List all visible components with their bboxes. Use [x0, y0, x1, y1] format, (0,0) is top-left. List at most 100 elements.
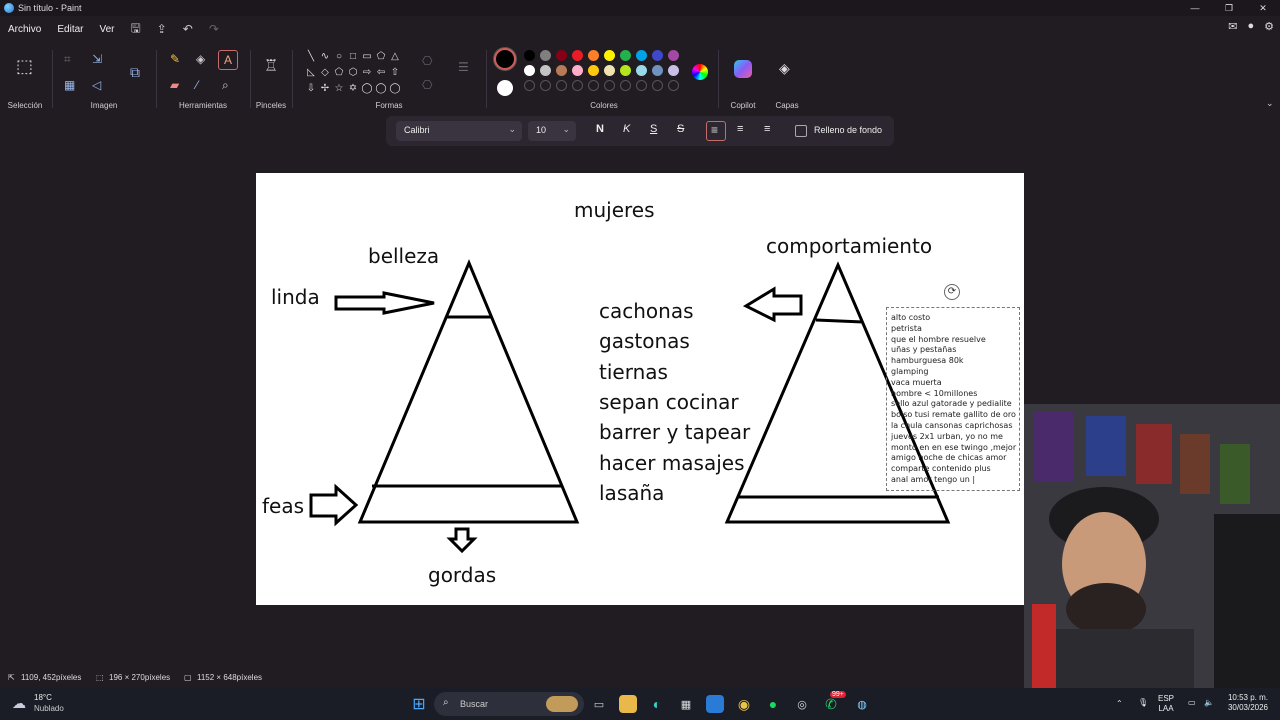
edit-colors-icon[interactable] [692, 64, 708, 80]
align-center-button[interactable]: ≡ [737, 123, 743, 135]
shape-option[interactable]: ╲ [304, 50, 318, 64]
shape-option[interactable]: ☆ [332, 82, 346, 96]
weather-temp: 18°C [34, 693, 52, 702]
font-family-select[interactable]: Calibri ⌄ [396, 121, 522, 141]
redo-icon[interactable]: ↷ [209, 22, 219, 36]
eraser-icon[interactable]: ▰ [170, 78, 179, 92]
shape-option[interactable]: ▭ [360, 50, 374, 64]
left-below-label: gordas [428, 563, 497, 587]
settings-icon[interactable]: ⚙ [1264, 20, 1274, 33]
attribute-list-item: barrer y tapear [599, 420, 751, 445]
clock[interactable]: 10:53 p. m. 30/03/2026 [1224, 693, 1272, 713]
shape-option[interactable]: ∿ [318, 50, 332, 64]
shape-size-icon[interactable]: ☰ [458, 60, 469, 74]
shape-option[interactable]: ⇩ [304, 82, 318, 96]
taskbar-search[interactable]: ⌕ Buscar [434, 692, 584, 716]
search-icon: ⌕ [443, 697, 449, 708]
feedback-icon[interactable]: ✉ [1228, 20, 1237, 33]
text-box-line: alto costo [891, 313, 931, 322]
shape-option[interactable]: □ [346, 50, 360, 64]
rotate-handle-icon[interactable]: ⟳ [944, 284, 960, 300]
chrome-icon[interactable]: ◉ [735, 695, 753, 713]
shape-option[interactable]: ◇ [318, 66, 332, 80]
menu-ver[interactable]: Ver [91, 24, 122, 35]
drawing-canvas[interactable]: mujeres belleza linda feas gordas compor… [256, 173, 1024, 605]
maximize-button[interactable]: ❐ [1212, 0, 1246, 16]
tray-chevron-icon[interactable]: ⌃ [1116, 699, 1123, 709]
shape-option[interactable]: ✡ [346, 82, 360, 96]
paint-taskbar-icon[interactable]: ◍ [853, 695, 871, 713]
language-indicator[interactable]: ESP LAA [1158, 694, 1174, 714]
close-button[interactable]: ✕ [1246, 0, 1280, 16]
resize-icon[interactable]: ⇲ [92, 52, 102, 66]
text-box-line: comparte contenido plus [891, 464, 991, 474]
undo-icon[interactable]: ↶ [183, 22, 193, 36]
group-label-imagen: Imagen [90, 101, 118, 110]
magnifier-icon[interactable]: ⌕ [222, 78, 229, 93]
text-tool-icon[interactable]: A [218, 50, 238, 70]
shape-option[interactable]: ◺ [304, 66, 318, 80]
windows-start-icon[interactable]: ⊞ [410, 695, 428, 713]
obs-icon[interactable]: ◎ [793, 695, 811, 713]
align-left-button[interactable]: ≡ [706, 121, 726, 141]
color-picker-icon[interactable]: ⁄ [196, 78, 198, 92]
strikethrough-button[interactable]: S [677, 123, 684, 135]
task-view-icon[interactable]: ▭ [590, 695, 608, 713]
shape-option[interactable]: ⇨ [360, 66, 374, 80]
fill-icon[interactable]: ◈ [196, 52, 205, 66]
spotify-icon[interactable]: ● [764, 695, 782, 713]
shape-fill-icon[interactable]: ⎔ [422, 78, 432, 92]
copilot-icon[interactable] [734, 60, 752, 78]
align-right-button[interactable]: ≡ [764, 123, 770, 135]
canvas-size-icon: ▢ [184, 672, 192, 682]
minimize-button[interactable]: — [1178, 0, 1212, 16]
shape-option[interactable]: △ [388, 50, 402, 64]
shape-option[interactable]: ⬠ [332, 66, 346, 80]
chevron-down-icon[interactable]: ⌄ [1266, 98, 1274, 109]
shape-option[interactable]: ○ [332, 50, 346, 64]
italic-button[interactable]: K [623, 123, 630, 135]
text-box[interactable]: alto costo petrista que el hombre resuelve… [886, 307, 1020, 491]
cursor-position: 1109, 452píxeles [21, 672, 82, 682]
weather-desc: Nublado [34, 704, 64, 713]
store-icon[interactable]: ▦ [677, 695, 695, 713]
rotate-icon[interactable]: ◁ [92, 78, 101, 92]
menu-editar[interactable]: Editar [49, 24, 91, 35]
background-fill-label: Relleno de fondo [814, 125, 883, 135]
save-icon[interactable]: 🖫 [131, 19, 141, 40]
image-select-icon[interactable]: ⧉ [130, 64, 140, 81]
search-placeholder: Buscar [460, 699, 489, 709]
brush-icon[interactable]: ♖ [264, 56, 278, 76]
background-fill-checkbox[interactable] [795, 125, 807, 137]
mail-icon[interactable] [706, 695, 724, 713]
font-size-select[interactable]: 10 ⌄ [528, 121, 576, 141]
cursor-icon: ⇱ [8, 672, 15, 682]
crop-icon[interactable]: ⌗ [64, 52, 71, 67]
select-rectangle-icon[interactable]: ⬚ [16, 56, 33, 77]
shape-option[interactable]: ◯ [388, 82, 402, 96]
shape-option[interactable]: ✢ [318, 82, 332, 96]
microphone-icon[interactable]: 🎙 [1138, 698, 1148, 708]
menu-bar: Archivo Editar Ver 🖫 ⇪ ↶ ↷ ✉ ● ⚙ [0, 18, 1280, 40]
account-icon[interactable]: ● [1247, 20, 1254, 33]
shape-option[interactable]: ◯ [374, 82, 388, 96]
pencil-icon[interactable]: ✎ [170, 52, 180, 66]
menu-archivo[interactable]: Archivo [0, 24, 49, 35]
file-explorer-icon[interactable] [619, 695, 637, 713]
bold-button[interactable]: N [596, 123, 604, 135]
remove-bg-icon[interactable]: ▦ [64, 78, 75, 92]
layers-icon[interactable]: ◈ [779, 60, 790, 77]
volume-icon[interactable]: 🔈 [1204, 698, 1214, 708]
network-icon[interactable]: ▭ [1188, 698, 1196, 708]
shape-option[interactable]: ⬡ [346, 66, 360, 80]
text-box-line: anal amor tengo un | [891, 475, 976, 484]
shape-option[interactable]: ◯ [360, 82, 374, 96]
shape-option[interactable]: ⬠ [374, 50, 388, 64]
edge-icon[interactable]: ◐ [648, 695, 666, 713]
outline-icon[interactable]: ⎔ [422, 54, 432, 68]
share-icon[interactable]: ⇪ [157, 22, 167, 36]
right-pyramid-top-line [815, 318, 864, 324]
shape-option[interactable]: ⇧ [388, 66, 402, 80]
underline-button[interactable]: S [650, 123, 657, 135]
shape-option[interactable]: ⇦ [374, 66, 388, 80]
